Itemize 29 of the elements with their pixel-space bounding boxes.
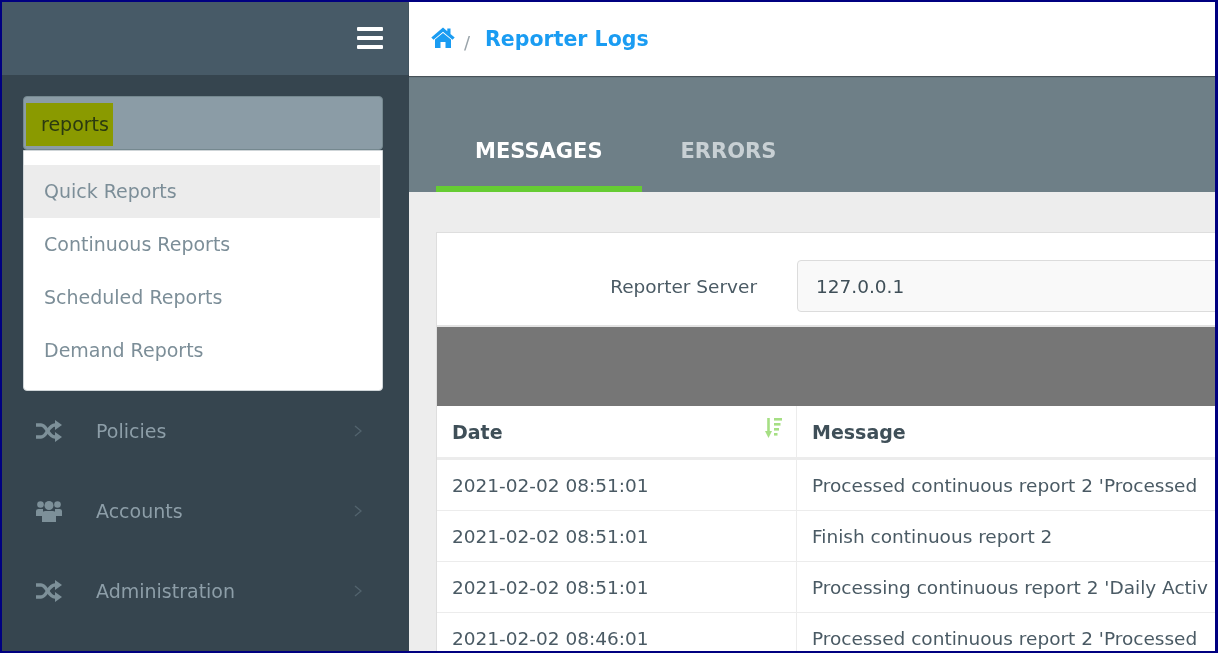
nav-item[interactable]: Administration [2,551,409,631]
table-cell-text: Finish continuous report 2 [811,524,1054,549]
shuffle-icon [36,580,62,602]
dropdown-item[interactable]: Demand Reports [24,324,380,377]
server-field[interactable]: 127.0.0.1 [797,260,1215,312]
menu-icon[interactable] [357,26,383,49]
nav-item[interactable]: Policies [2,391,409,471]
table-cell: 2021-02-02 08:51:01 [437,511,797,561]
search-field[interactable]: reports [23,96,383,150]
table-cell: 2021-02-02 08:51:01 [437,460,797,510]
home-icon[interactable] [431,26,455,48]
page-title: Reporter Logs [485,27,649,51]
column-header: Date [452,420,503,443]
table-cell: 2021-02-02 08:46:01 [437,613,797,651]
dropdown-item[interactable]: Scheduled Reports [24,271,380,324]
column-header: Message [812,420,906,443]
nav-item[interactable]: Accounts [2,471,409,551]
dropdown-item[interactable]: Continuous Reports [24,218,380,271]
table-cell-text: Processed continuous report 2 'Processed [811,626,1199,651]
table-cell: 2021-02-02 08:51:01 [437,562,797,612]
users-icon [36,500,62,522]
shuffle-icon [36,420,62,442]
tab[interactable]: ERRORS [641,108,816,192]
field-label: Reporter Server [609,274,757,299]
dropdown-item[interactable]: Quick Reports [24,165,380,218]
table-cell-text: Processed continuous report 2 'Processed [811,473,1199,498]
sort-icon[interactable] [765,417,782,438]
table-cell-text: Processing continuous report 2 'Daily Activ [811,575,1209,600]
breadcrumb-separator: / [464,31,471,53]
